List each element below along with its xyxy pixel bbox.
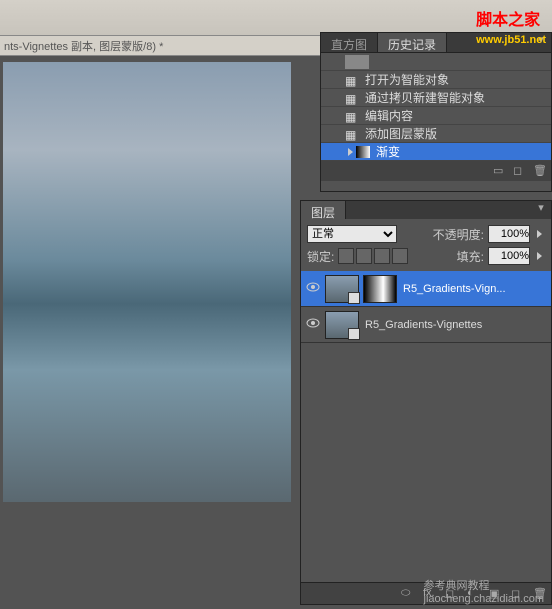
smart-object-icon: ▦ bbox=[345, 74, 359, 86]
tab-history[interactable]: 历史记录 bbox=[378, 33, 447, 52]
history-snapshot-thumb bbox=[345, 55, 369, 69]
history-item-label: 渐变 bbox=[376, 143, 400, 160]
fill-label: 填充: bbox=[457, 248, 484, 265]
history-item[interactable]: ▦ 通过拷贝新建智能对象 bbox=[321, 89, 551, 107]
options-bar bbox=[0, 0, 552, 36]
lock-label: 锁定: bbox=[307, 248, 334, 265]
history-item[interactable] bbox=[321, 53, 551, 71]
history-item-label: 添加图层蒙版 bbox=[365, 125, 437, 142]
eye-icon bbox=[306, 318, 320, 328]
gradient-icon bbox=[356, 146, 370, 158]
lock-icons bbox=[338, 248, 408, 264]
panel-menu-icon[interactable]: ▾ bbox=[531, 201, 551, 219]
watermark-top: 脚本之家 www.jb51.net bbox=[476, 6, 546, 48]
history-item[interactable]: ▦ 添加图层蒙版 bbox=[321, 125, 551, 143]
eye-icon bbox=[306, 282, 320, 292]
layer-item[interactable]: R5_Gradients-Vignettes bbox=[301, 307, 551, 343]
fill-slider-icon[interactable] bbox=[537, 252, 542, 260]
layer-thumbnail[interactable] bbox=[325, 311, 359, 339]
create-document-icon[interactable]: ▭ bbox=[493, 164, 507, 178]
layer-thumbnail[interactable] bbox=[325, 275, 359, 303]
fill-input[interactable] bbox=[488, 247, 530, 265]
history-panel: 直方图 历史记录 ▾ ▦ 打开为智能对象 ▦ 通过拷贝新建智能对象 ▦ 编辑内容… bbox=[320, 32, 552, 192]
history-item[interactable]: ▦ 打开为智能对象 bbox=[321, 71, 551, 89]
watermark-bottom: 参考典网教程 jiaocheng.chazidian.com bbox=[424, 577, 544, 605]
history-item[interactable]: ▦ 编辑内容 bbox=[321, 107, 551, 125]
layer-name[interactable]: R5_Gradients-Vign... bbox=[403, 283, 549, 295]
history-item-label: 通过拷贝新建智能对象 bbox=[365, 89, 485, 106]
layers-panel: 图层 ▾ 正常 不透明度: 锁定: 填充: bbox=[300, 200, 552, 605]
new-snapshot-icon[interactable]: ◻ bbox=[513, 164, 527, 178]
history-footer: ▭ ◻ 🗑 bbox=[321, 161, 551, 181]
tab-layers[interactable]: 图层 bbox=[301, 201, 346, 219]
layers-controls: 正常 不透明度: 锁定: 填充: bbox=[301, 219, 551, 271]
lock-transparency-icon[interactable] bbox=[338, 248, 354, 264]
mask-icon: ▦ bbox=[345, 128, 359, 140]
opacity-input[interactable] bbox=[488, 225, 530, 243]
canvas-area bbox=[0, 56, 294, 609]
history-item-label: 打开为智能对象 bbox=[365, 71, 449, 88]
current-state-icon bbox=[348, 148, 353, 156]
lock-image-icon[interactable] bbox=[356, 248, 372, 264]
copy-icon: ▦ bbox=[345, 92, 359, 104]
document-image bbox=[3, 62, 291, 502]
opacity-label: 不透明度: bbox=[433, 226, 484, 243]
layer-list: R5_Gradients-Vign... R5_Gradients-Vignet… bbox=[301, 271, 551, 343]
document-tab[interactable]: nts-Vignettes 副本, 图层蒙版/8) * bbox=[4, 38, 163, 54]
visibility-toggle[interactable] bbox=[303, 318, 323, 331]
tab-histogram[interactable]: 直方图 bbox=[321, 33, 378, 52]
layers-panel-header: 图层 ▾ bbox=[301, 201, 551, 219]
lock-position-icon[interactable] bbox=[374, 248, 390, 264]
link-layers-icon[interactable]: ⬭ bbox=[401, 587, 415, 601]
layer-mask-thumbnail[interactable] bbox=[363, 275, 397, 303]
history-list: ▦ 打开为智能对象 ▦ 通过拷贝新建智能对象 ▦ 编辑内容 ▦ 添加图层蒙版 渐… bbox=[321, 53, 551, 161]
trash-icon[interactable]: 🗑 bbox=[533, 164, 547, 178]
history-item-label: 编辑内容 bbox=[365, 107, 413, 124]
layer-item[interactable]: R5_Gradients-Vign... bbox=[301, 271, 551, 307]
history-item[interactable]: 渐变 bbox=[321, 143, 551, 161]
visibility-toggle[interactable] bbox=[303, 282, 323, 295]
edit-icon: ▦ bbox=[345, 110, 359, 122]
lock-all-icon[interactable] bbox=[392, 248, 408, 264]
blend-mode-select[interactable]: 正常 bbox=[307, 225, 397, 243]
layer-name[interactable]: R5_Gradients-Vignettes bbox=[365, 319, 549, 331]
opacity-slider-icon[interactable] bbox=[537, 230, 542, 238]
